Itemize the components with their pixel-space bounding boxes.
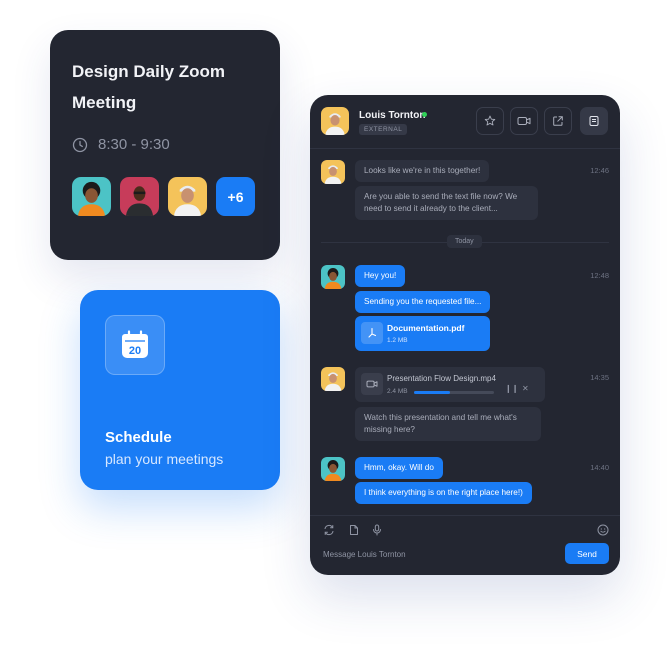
calendar-tile: 20 — [105, 315, 165, 375]
video-attachment[interactable]: Presentation Flow Design.mp4 2.4 MB ❙❙ ✕ — [355, 367, 545, 402]
message-time: 12:48 — [590, 271, 609, 280]
note-icon — [589, 116, 599, 126]
calendar-icon: 20 — [122, 330, 148, 358]
message-input[interactable] — [323, 550, 523, 559]
message-bubble[interactable]: I think everything is on the right place… — [355, 482, 532, 504]
external-badge: EXTERNAL — [359, 124, 408, 135]
file-size: 1.2 MB — [387, 337, 408, 344]
schedule-card[interactable]: 20 Schedule plan your meetings — [80, 290, 280, 490]
pdf-icon — [361, 322, 383, 344]
favorite-button[interactable] — [476, 107, 504, 135]
external-link-icon — [553, 116, 563, 126]
meeting-card[interactable]: Design Daily Zoom Meeting 8:30 - 9:30 +6 — [50, 30, 280, 260]
upload-progress-bar — [414, 391, 494, 394]
contact-name: Louis Tornton — [359, 110, 426, 121]
meeting-title: Design Daily Zoom Meeting — [72, 56, 258, 118]
video-call-button[interactable] — [510, 107, 538, 135]
message-group: 14:35 Presentation Flow Design.mp4 2.4 M… — [321, 367, 609, 447]
message-group: 12:48 Hey you! Sending you the requested… — [321, 265, 609, 355]
message-bubble[interactable]: Hmm, okay. Will do — [355, 457, 443, 479]
share-button[interactable] — [544, 107, 572, 135]
chat-panel: Louis Tornton EXTERNAL 12:46 Looks like … — [310, 95, 620, 575]
schedule-subtitle: plan your meetings — [105, 451, 224, 467]
refresh-icon[interactable] — [323, 524, 335, 536]
avatar[interactable] — [168, 177, 207, 216]
video-file-name: Presentation Flow Design.mp4 — [387, 374, 496, 383]
message-bubble[interactable]: Sending you the requested file... — [355, 291, 491, 313]
notes-button[interactable] — [580, 107, 608, 135]
meeting-title-line2: Meeting — [72, 93, 137, 112]
message-bubble[interactable]: Hey you! — [355, 265, 406, 287]
upload-progress-fill — [414, 391, 450, 394]
avatar[interactable] — [72, 177, 111, 216]
message-group: 12:46 Looks like we're in this together!… — [321, 160, 609, 220]
send-button[interactable]: Send — [565, 543, 609, 564]
video-file-size: 2.4 MB — [387, 388, 408, 395]
contact-avatar[interactable] — [321, 107, 349, 135]
star-icon — [484, 115, 496, 126]
contact-avatar — [321, 367, 345, 391]
calendar-day: 20 — [129, 345, 141, 357]
chat-header: Louis Tornton EXTERNAL — [310, 95, 620, 149]
meeting-time-text: 8:30 - 9:30 — [98, 136, 170, 153]
meeting-time: 8:30 - 9:30 — [72, 136, 258, 153]
close-icon[interactable]: ✕ — [522, 384, 529, 393]
user-avatar — [321, 265, 345, 289]
file-attachment[interactable]: Documentation.pdf 1.2 MB — [355, 316, 490, 351]
pause-icon[interactable]: ❙❙ — [505, 384, 518, 393]
video-file-icon — [361, 373, 383, 395]
participant-avatars: +6 — [72, 177, 258, 216]
message-composer: Send — [310, 515, 620, 575]
file-name: Documentation.pdf — [387, 323, 465, 333]
message-bubble[interactable]: Are you able to send the text file now? … — [355, 186, 538, 220]
meeting-title-line1: Design Daily Zoom — [72, 62, 226, 81]
online-status-dot — [422, 112, 427, 117]
message-time: 14:35 — [590, 373, 609, 382]
clock-icon — [72, 137, 88, 152]
video-camera-icon — [517, 117, 531, 125]
message-time: 14:40 — [590, 463, 609, 472]
user-avatar — [321, 457, 345, 481]
message-bubble[interactable]: Watch this presentation and tell me what… — [355, 407, 541, 441]
contact-avatar — [321, 160, 345, 184]
attachment-icon[interactable] — [348, 524, 360, 536]
more-participants-badge[interactable]: +6 — [216, 177, 255, 216]
message-group: 14:40 Hmm, okay. Will do I think everyth… — [321, 457, 609, 507]
emoji-icon[interactable] — [597, 524, 609, 536]
message-time: 12:46 — [590, 166, 609, 175]
message-bubble[interactable]: Looks like we're in this together! — [355, 160, 490, 182]
microphone-icon[interactable] — [371, 524, 383, 536]
date-divider-label: Today — [447, 235, 482, 248]
avatar[interactable] — [120, 177, 159, 216]
schedule-title: Schedule — [105, 429, 172, 446]
